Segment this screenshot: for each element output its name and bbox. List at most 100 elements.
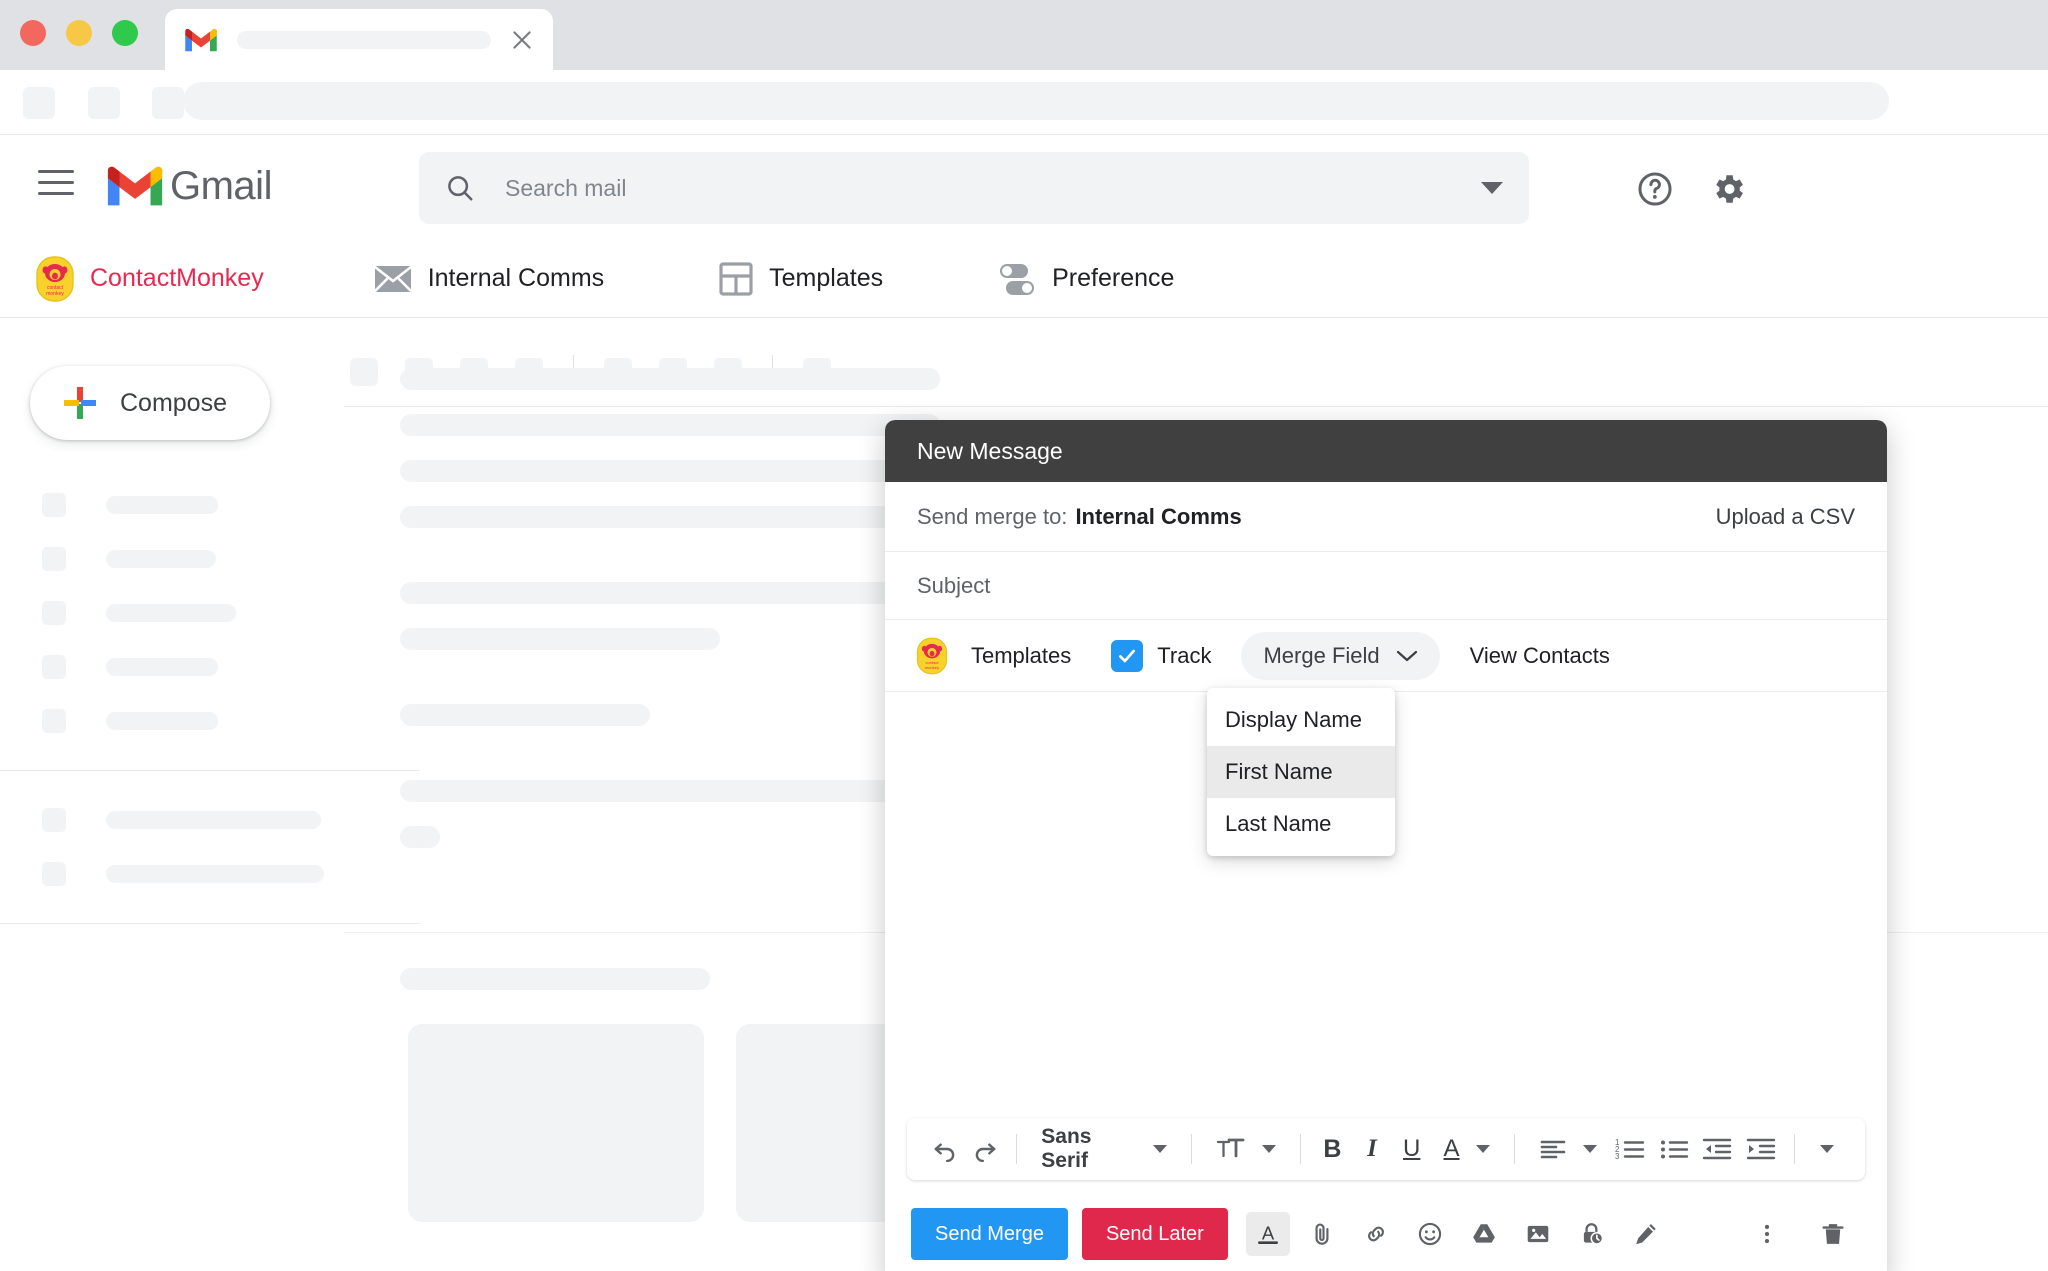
nav-item-internal-comms[interactable]: Internal Comms (373, 264, 604, 294)
gear-icon[interactable] (1709, 170, 1747, 208)
italic-button[interactable]: I (1352, 1128, 1392, 1170)
italic-label: I (1367, 1135, 1377, 1162)
google-drive-icon[interactable] (1462, 1212, 1506, 1256)
underline-label: U (1403, 1135, 1421, 1162)
browser-chrome (0, 0, 2048, 70)
svg-text:monkey: monkey (46, 291, 64, 297)
sidebar-item-icon (42, 547, 66, 571)
browser-reload-button[interactable] (152, 87, 184, 119)
sidebar-item-placeholder[interactable] (0, 793, 420, 847)
nav-item-templates[interactable]: Templates (719, 261, 883, 296)
emoji-icon[interactable] (1408, 1212, 1452, 1256)
contactmonkey-nav-bar: contact monkey ContactMonkey Internal Co… (0, 240, 2048, 318)
underline-button[interactable]: U (1392, 1128, 1432, 1170)
mail-row-placeholder[interactable] (400, 460, 940, 482)
text-color-dropdown[interactable]: A (1432, 1135, 1502, 1163)
merge-field-option-display-name[interactable]: Display Name (1207, 694, 1395, 746)
merge-field-option-last-name[interactable]: Last Name (1207, 798, 1395, 850)
outdent-button[interactable] (1695, 1128, 1738, 1170)
sidebar-item-placeholder[interactable] (0, 694, 420, 748)
sidebar-item-placeholder[interactable] (0, 532, 420, 586)
paperclip-icon[interactable] (1300, 1212, 1344, 1256)
sidebar-item-placeholder[interactable] (0, 847, 420, 901)
search-input[interactable] (505, 174, 1481, 202)
close-icon[interactable] (509, 27, 535, 53)
track-checkbox[interactable]: Track (1111, 639, 1212, 672)
toolbar-button-placeholder[interactable] (350, 358, 378, 386)
subject-row (885, 552, 1887, 620)
hamburger-menu-icon[interactable] (38, 170, 74, 196)
mail-row-placeholder[interactable] (400, 968, 710, 990)
align-dropdown[interactable] (1527, 1137, 1609, 1161)
bulleted-list-button[interactable] (1652, 1128, 1695, 1170)
chevron-down-icon[interactable] (1481, 182, 1503, 194)
browser-address-bar[interactable] (183, 82, 1889, 120)
bold-button[interactable]: B (1313, 1128, 1353, 1170)
sidebar-item-placeholder[interactable] (0, 640, 420, 694)
browser-forward-button[interactable] (88, 87, 120, 119)
signature-pen-icon[interactable] (1624, 1212, 1668, 1256)
nav-item-preference[interactable]: Preference (998, 260, 1174, 298)
mail-row-placeholder[interactable] (400, 628, 720, 650)
more-formatting-options-button[interactable] (1807, 1128, 1847, 1170)
attachment-thumbnail-placeholder[interactable] (408, 1024, 704, 1222)
confidential-mode-icon[interactable] (1570, 1212, 1614, 1256)
chevron-down-icon (1396, 650, 1417, 661)
window-minimize-button[interactable] (66, 20, 92, 46)
help-circle-icon[interactable] (1636, 170, 1674, 208)
track-checkbox-label: Track (1157, 642, 1212, 668)
browser-tab[interactable] (165, 9, 553, 70)
merge-field-label: Merge Field (1263, 642, 1380, 668)
contactmonkey-brand[interactable]: contact monkey ContactMonkey (34, 255, 264, 303)
send-merge-button[interactable]: Send Merge (911, 1208, 1068, 1260)
format-text-icon[interactable]: A (1245, 1212, 1290, 1256)
mail-row-placeholder[interactable] (400, 704, 650, 726)
mail-row-placeholder[interactable] (400, 582, 940, 604)
compose-button[interactable]: Compose (30, 366, 270, 440)
merge-field-option-first-name[interactable]: First Name (1207, 746, 1395, 798)
mail-row-placeholder[interactable] (400, 414, 940, 436)
numbered-list-button[interactable]: 1 2 3 (1609, 1128, 1652, 1170)
mail-row-placeholder[interactable] (400, 368, 940, 390)
indent-button[interactable] (1739, 1128, 1782, 1170)
link-icon[interactable] (1354, 1212, 1398, 1256)
sidebar-item-placeholder[interactable] (0, 478, 420, 532)
subject-input[interactable] (917, 572, 1855, 599)
font-family-label: Sans Serif (1041, 1125, 1092, 1172)
trash-icon[interactable] (1811, 1212, 1855, 1256)
merge-field-dropdown-button[interactable]: Merge Field (1241, 631, 1440, 680)
send-merge-to-value[interactable]: Internal Comms (1075, 504, 1241, 530)
sidebar-item-placeholder[interactable] (0, 586, 420, 640)
compose-window-header[interactable]: New Message (885, 420, 1887, 482)
send-later-button[interactable]: Send Later (1081, 1208, 1228, 1260)
redo-icon[interactable] (965, 1128, 1005, 1170)
templates-button[interactable]: contact monkey Templates (915, 636, 1071, 676)
sidebar-divider (0, 923, 420, 924)
app-root: Gmail contact monkey (0, 0, 2048, 1271)
contactmonkey-badge-icon: contact monkey (36, 255, 74, 302)
search-bar[interactable] (419, 152, 1529, 224)
window-close-button[interactable] (20, 20, 46, 46)
nav-label-preference: Preference (1052, 264, 1175, 292)
undo-icon[interactable] (925, 1128, 965, 1170)
svg-text:monkey: monkey (925, 664, 939, 669)
sidebar-item-icon (42, 709, 66, 733)
chevron-down-icon (1152, 1145, 1167, 1153)
indent-icon (1746, 1138, 1775, 1160)
contactmonkey-nav: Internal Comms Templates Preference (373, 260, 1174, 298)
insert-image-icon[interactable] (1516, 1212, 1560, 1256)
sidebar-item-label-placeholder (106, 604, 236, 622)
mail-row-placeholder[interactable] (400, 506, 940, 528)
upload-csv-link[interactable]: Upload a CSV (1716, 504, 1855, 530)
font-family-dropdown[interactable]: Sans Serif (1029, 1125, 1178, 1173)
mail-row-placeholder[interactable] (400, 780, 940, 802)
browser-back-button[interactable] (23, 87, 55, 119)
checkbox-checked-icon (1111, 639, 1144, 672)
mail-row-placeholder[interactable] (400, 826, 440, 848)
more-vertical-icon[interactable] (1745, 1212, 1789, 1256)
compose-window-title: New Message (917, 437, 1063, 464)
font-size-dropdown[interactable] (1204, 1136, 1288, 1162)
window-maximize-button[interactable] (112, 20, 138, 46)
toolbar-divider (1299, 1134, 1301, 1164)
view-contacts-link[interactable]: View Contacts (1470, 643, 1610, 669)
